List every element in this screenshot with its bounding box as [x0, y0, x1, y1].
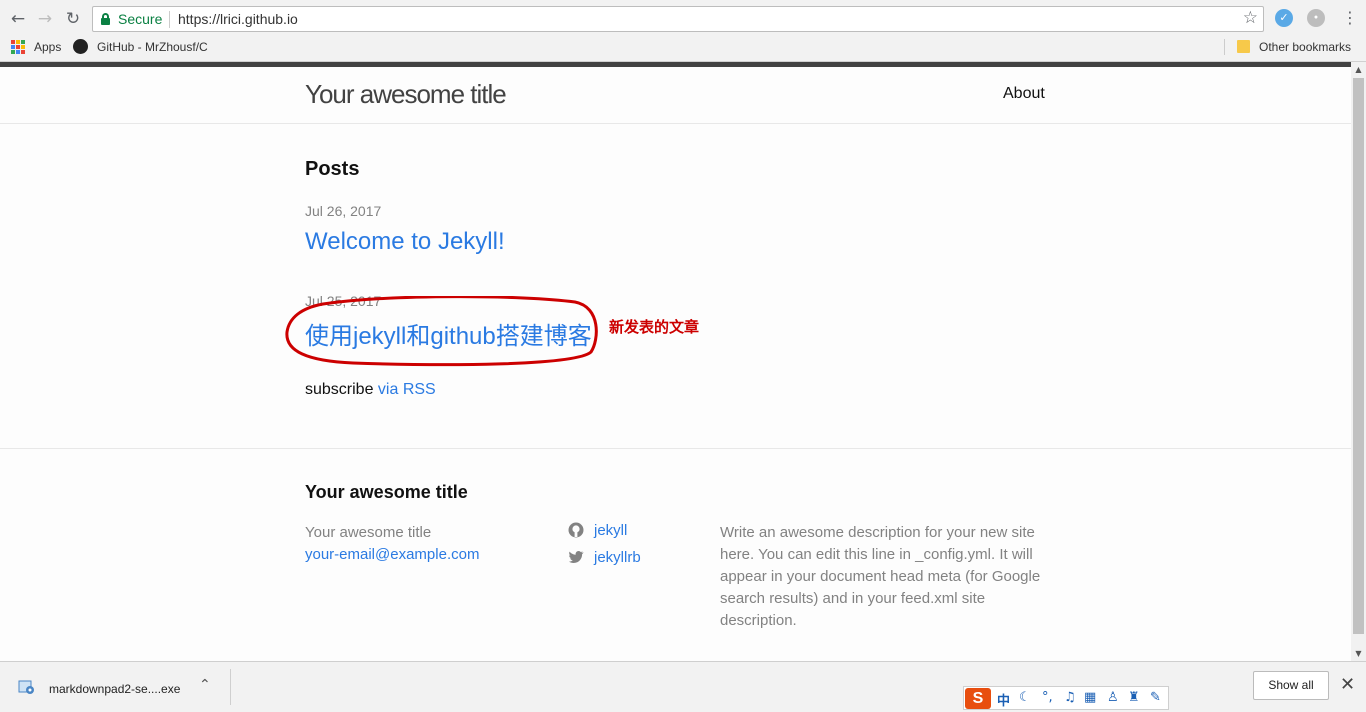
posts-heading: Posts	[305, 158, 360, 180]
page-scrollbar[interactable]: ▲ ▼	[1351, 62, 1366, 661]
security-label: Secure	[118, 11, 163, 27]
github-icon	[73, 39, 88, 54]
github-icon	[568, 522, 584, 538]
site-title[interactable]: Your awesome title	[305, 79, 507, 110]
rss-link[interactable]: via RSS	[378, 381, 436, 398]
subscribe-prefix: subscribe	[305, 381, 378, 398]
site-footer: Your awesome title Your awesome title yo…	[0, 448, 1351, 661]
browser-menu-icon[interactable]: ⋮	[1340, 8, 1360, 28]
other-bookmarks[interactable]: Other bookmarks	[1259, 40, 1351, 54]
bookmark-star-icon[interactable]: ☆	[1243, 8, 1258, 28]
bookmarks-divider	[1224, 39, 1225, 55]
scroll-down-arrow-icon[interactable]: ▼	[1351, 646, 1366, 661]
browser-toolbar: ← → ↻ Secure https://lrici.github.io ☆ ✓…	[0, 0, 1366, 62]
scroll-thumb[interactable]	[1353, 78, 1364, 634]
forward-arrow-icon[interactable]: →	[34, 8, 56, 30]
close-icon[interactable]: ✕	[1340, 674, 1355, 695]
microphone-icon[interactable]: ♫	[1064, 690, 1076, 705]
folder-icon	[1237, 40, 1250, 53]
shirt-icon[interactable]: ♜	[1128, 690, 1140, 705]
sogou-logo-icon[interactable]: S	[965, 688, 991, 709]
footer-heading: Your awesome title	[305, 482, 468, 502]
nav-link-about[interactable]: About	[1003, 85, 1045, 103]
keyboard-icon[interactable]: ▦	[1084, 690, 1096, 705]
twitter-icon	[569, 551, 584, 563]
page-content: Your awesome title About Posts Jul 26, 2…	[0, 67, 1351, 661]
wrench-icon[interactable]: ✎	[1150, 690, 1161, 705]
footer-name: Your awesome title	[305, 524, 432, 541]
ime-mode-toggle[interactable]: 中	[997, 690, 1010, 709]
apps-grid-icon[interactable]	[11, 40, 25, 54]
footer-description: Write an awesome description for your ne…	[720, 524, 1041, 629]
social-twitter[interactable]: jekyllrb	[568, 549, 641, 566]
moon-icon[interactable]: ☾	[1019, 690, 1031, 705]
show-all-button[interactable]: Show all	[1253, 671, 1329, 700]
punctuation-icon[interactable]: °,	[1042, 690, 1053, 705]
back-arrow-icon[interactable]: ←	[7, 8, 29, 30]
social-github[interactable]: jekyll	[568, 522, 627, 539]
user-icon[interactable]: ♙	[1107, 690, 1119, 705]
lock-icon	[101, 13, 110, 25]
address-bar[interactable]: Secure https://lrici.github.io ☆	[92, 6, 1264, 32]
bookmark-github[interactable]: GitHub - MrZhousf/C	[97, 40, 208, 54]
scroll-up-arrow-icon[interactable]: ▲	[1351, 62, 1366, 77]
reload-icon[interactable]: ↻	[62, 8, 84, 30]
annotation-circle	[285, 296, 598, 367]
download-divider	[230, 669, 231, 705]
extension-gray-icon[interactable]: ●	[1307, 9, 1325, 27]
bookmark-apps[interactable]: Apps	[34, 40, 61, 54]
ime-toolbar: S 中 ☾ °, ♫ ▦ ♙ ♜ ✎	[963, 686, 1169, 710]
post-date: Jul 26, 2017	[305, 203, 382, 219]
twitter-username[interactable]: jekyllrb	[594, 549, 641, 566]
annotation-text: 新发表的文章	[609, 319, 700, 336]
github-username[interactable]: jekyll	[594, 522, 627, 539]
subscribe-line: subscribe via RSS	[305, 381, 436, 399]
url-text[interactable]: https://lrici.github.io	[178, 11, 298, 27]
chevron-up-icon[interactable]: ⌃	[199, 677, 211, 693]
post-title-link[interactable]: Welcome to Jekyll!	[305, 228, 505, 256]
site-header: Your awesome title About	[0, 67, 1351, 124]
footer-contact: Your awesome title your-email@example.co…	[305, 522, 479, 566]
bookmarks-bar: Apps GitHub - MrZhousf/C Other bookmarks	[0, 36, 1366, 58]
download-bar: markdownpad2-se....exe ⌃ S 中 ☾ °, ♫ ▦ ♙ …	[0, 661, 1366, 712]
installer-file-icon	[18, 680, 34, 694]
omnibox-divider	[169, 11, 170, 28]
footer-email-link[interactable]: your-email@example.com	[305, 544, 479, 566]
extension-bird-icon[interactable]: ✓	[1275, 9, 1293, 27]
download-filename[interactable]: markdownpad2-se....exe	[49, 682, 180, 696]
